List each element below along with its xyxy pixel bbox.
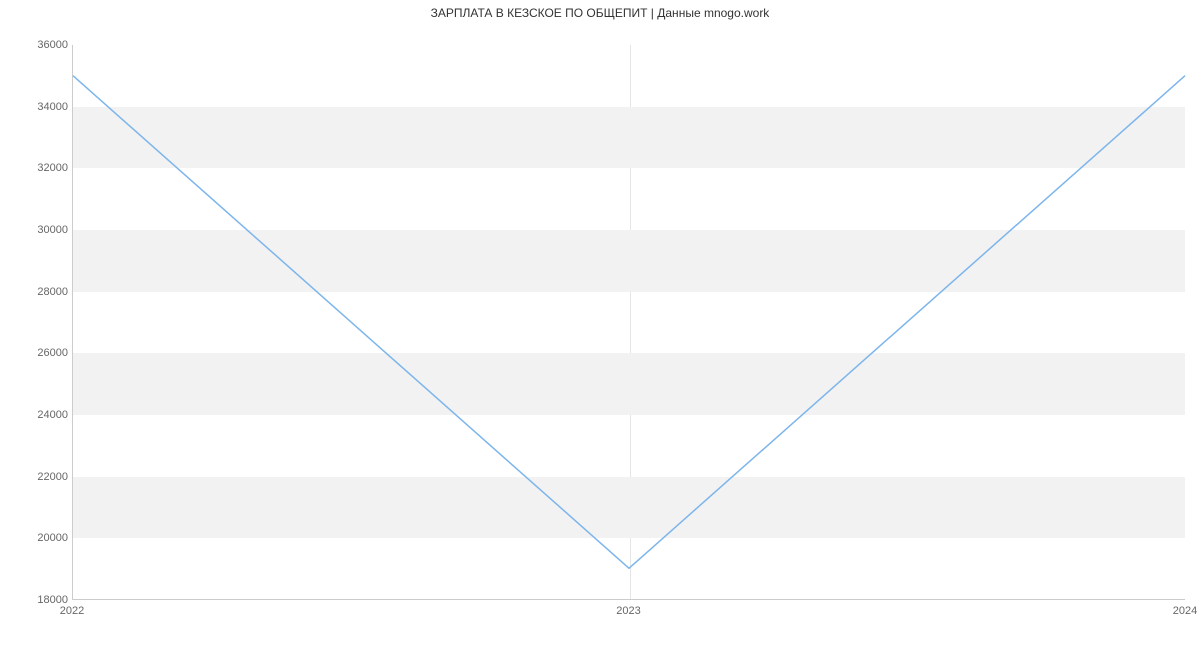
plot-area: [72, 45, 1185, 600]
y-tick-label: 34000: [8, 101, 68, 113]
chart-title: ЗАРПЛАТА В КЕЗСКОЕ ПО ОБЩЕПИТ | Данные m…: [0, 6, 1200, 20]
x-tick-label: 2024: [1173, 605, 1197, 617]
x-tick-label: 2022: [60, 605, 84, 617]
chart-container: ЗАРПЛАТА В КЕЗСКОЕ ПО ОБЩЕПИТ | Данные m…: [0, 0, 1200, 650]
y-tick-label: 26000: [8, 347, 68, 359]
y-tick-label: 22000: [8, 471, 68, 483]
y-tick-label: 20000: [8, 532, 68, 544]
x-tick-label: 2023: [616, 605, 640, 617]
y-tick-label: 32000: [8, 162, 68, 174]
y-tick-label: 28000: [8, 286, 68, 298]
y-tick-label: 36000: [8, 39, 68, 51]
y-tick-label: 30000: [8, 224, 68, 236]
line-layer: [73, 45, 1185, 599]
y-tick-label: 24000: [8, 409, 68, 421]
data-series-line: [73, 76, 1185, 569]
